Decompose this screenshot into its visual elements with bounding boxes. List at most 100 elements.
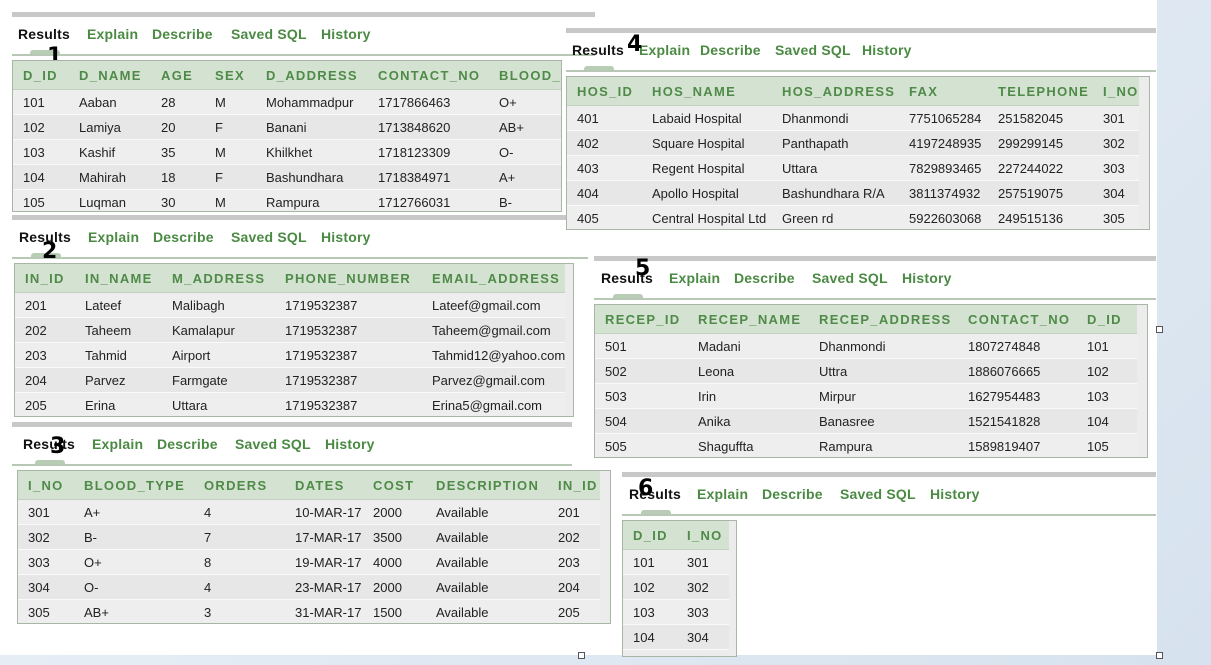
tab-saved-sql[interactable]: Saved SQL (812, 270, 888, 286)
column-header-blood[interactable]: BLOOD_ (489, 61, 561, 90)
column-header-phone_number[interactable]: PHONE_NUMBER (275, 264, 422, 293)
table-cell: 2000 (363, 574, 426, 600)
column-header-in_id[interactable]: IN_ID (15, 264, 75, 293)
table-row[interactable]: 201 Lateef Malibagh 1719532387 Lateef@gmail.… (15, 292, 566, 318)
table-row[interactable]: 501 Madani Dhanmondi 1807274848 101 (595, 333, 1137, 359)
tab-explain[interactable]: Explain (92, 436, 143, 452)
table-row[interactable]: 204 Parvez Farmgate 1719532387 Parvez@gmail.… (15, 367, 566, 393)
table-row[interactable]: 101 Aaban 28 M Mohammadpur 1717866463 O+ (13, 89, 561, 115)
tab-saved-sql[interactable]: Saved SQL (840, 486, 916, 502)
tab-results[interactable]: Results (572, 42, 624, 58)
tab-history[interactable]: History (930, 486, 980, 502)
table-row[interactable]: 403 Regent Hospital Uttara 7829893465 227244… (567, 155, 1139, 181)
column-header-orders[interactable]: ORDERS (194, 471, 285, 500)
table-row[interactable]: 102 Lamiya 20 F Banani 1713848620 AB+ (13, 114, 561, 140)
table-row[interactable]: 402 Square Hospital Panthapath 4197248935 29… (567, 130, 1139, 156)
column-header-cost[interactable]: COST (363, 471, 426, 500)
tab-describe[interactable]: Describe (762, 486, 823, 502)
table-row[interactable]: 205 Erina Uttara 1719532387 Erina5@gmail.com (15, 392, 566, 416)
table-cell: Banasree (809, 408, 958, 434)
tab-results[interactable]: Results (629, 486, 681, 502)
resize-handle-bottom[interactable] (578, 652, 585, 659)
table-row[interactable]: 103 303 (623, 599, 729, 625)
column-header-contact_no[interactable]: CONTACT_NO (368, 61, 489, 90)
table-row[interactable]: 401 Labaid Hospital Dhanmondi 7751065284 251… (567, 105, 1139, 131)
table-row[interactable]: 405 Central Hospital Ltd Green rd 592260306… (567, 205, 1139, 229)
column-header-d_id[interactable]: D_ID (1077, 305, 1137, 334)
column-header-d_id[interactable]: D_ID (623, 521, 677, 550)
column-header-m_address[interactable]: M_ADDRESS (162, 264, 275, 293)
column-header-in_name[interactable]: IN_NAME (75, 264, 162, 293)
table-row[interactable]: 202 Taheem Kamalapur 1719532387 Taheem@gmail… (15, 317, 566, 343)
column-header-description[interactable]: DESCRIPTION (426, 471, 548, 500)
table-row[interactable]: 301 A+ 4 10-MAR-17 2000 Available 201 (18, 499, 600, 525)
tab-describe[interactable]: Describe (700, 42, 761, 58)
table-row[interactable]: 504 Anika Banasree 1521541828 104 (595, 408, 1137, 434)
column-header-hos_name[interactable]: HOS_NAME (642, 77, 772, 106)
tab-history[interactable]: History (902, 270, 952, 286)
table-cell: 1807274848 (958, 333, 1077, 359)
tab-saved-sql[interactable]: Saved SQL (775, 42, 851, 58)
tab-explain[interactable]: Explain (87, 26, 138, 42)
column-header-d_address[interactable]: D_ADDRESS (256, 61, 368, 90)
tab-saved-sql[interactable]: Saved SQL (235, 436, 311, 452)
column-header-age[interactable]: AGE (151, 61, 205, 90)
table-row[interactable]: 103 Kashif 35 M Khilkhet 1718123309 O- (13, 139, 561, 165)
column-header-dates[interactable]: DATES (285, 471, 363, 500)
table-row[interactable]: 505 Shaguffta Rampura 1589819407 105 (595, 433, 1137, 457)
table-cell: 101 (13, 89, 69, 115)
tab-describe[interactable]: Describe (157, 436, 218, 452)
column-header-telephone[interactable]: TELEPHONE (988, 77, 1093, 106)
table-row[interactable]: 101 301 (623, 549, 729, 575)
table-row[interactable]: 303 O+ 8 19-MAR-17 4000 Available 203 (18, 549, 600, 575)
column-header-sex[interactable]: SEX (205, 61, 256, 90)
column-header-d_name[interactable]: D_NAME (69, 61, 151, 90)
tab-describe[interactable]: Describe (153, 229, 214, 245)
table-cell: M (205, 189, 256, 211)
table-row[interactable]: 503 Irin Mirpur 1627954483 103 (595, 383, 1137, 409)
tab-saved-sql[interactable]: Saved SQL (231, 229, 307, 245)
table-row[interactable]: 203 Tahmid Airport 1719532387 Tahmid12@yahoo… (15, 342, 566, 368)
tab-saved-sql[interactable]: Saved SQL (231, 26, 307, 42)
column-header-contact_no[interactable]: CONTACT_NO (958, 305, 1077, 334)
column-header-recep_id[interactable]: RECEP_ID (595, 305, 688, 334)
column-header-hos_id[interactable]: HOS_ID (567, 77, 642, 106)
column-header-in_id[interactable]: IN_ID (548, 471, 600, 500)
table-cell: 1718123309 (368, 139, 489, 165)
table-cell: F (205, 164, 256, 190)
column-header-email_address[interactable]: EMAIL_ADDRESS (422, 264, 566, 293)
tab-describe[interactable]: Describe (152, 26, 213, 42)
column-header-recep_address[interactable]: RECEP_ADDRESS (809, 305, 958, 334)
table-cell: 302 (1093, 130, 1139, 156)
column-header-i_no[interactable]: I_NO (18, 471, 74, 500)
tab-describe[interactable]: Describe (734, 270, 795, 286)
tab-history[interactable]: History (321, 229, 371, 245)
table-row[interactable]: 302 B- 7 17-MAR-17 3500 Available 202 (18, 524, 600, 550)
resize-handle-right[interactable] (1156, 326, 1163, 333)
tab-history[interactable]: History (862, 42, 912, 58)
column-header-i_no[interactable]: I_NO (1093, 77, 1139, 106)
table-row[interactable]: 105 Luqman 30 M Rampura 1712766031 B- (13, 189, 561, 211)
table-row[interactable]: 104 304 (623, 624, 729, 650)
tab-explain[interactable]: Explain (669, 270, 720, 286)
tab-explain[interactable]: Explain (639, 42, 690, 58)
column-header-i_no[interactable]: I_NO (677, 521, 729, 550)
column-header-fax[interactable]: FAX (899, 77, 988, 106)
table-row[interactable]: 102 302 (623, 574, 729, 600)
column-header-hos_address[interactable]: HOS_ADDRESS (772, 77, 899, 106)
table-row[interactable]: 502 Leona Uttra 1886076665 102 (595, 358, 1137, 384)
table-row[interactable]: 304 O- 4 23-MAR-17 2000 Available 204 (18, 574, 600, 600)
column-header-recep_name[interactable]: RECEP_NAME (688, 305, 809, 334)
resize-handle-corner[interactable] (1156, 652, 1163, 659)
tab-results[interactable]: Results (23, 436, 75, 452)
column-header-d_id[interactable]: D_ID (13, 61, 69, 90)
column-header-blood_type[interactable]: BLOOD_TYPE (74, 471, 194, 500)
tab-history[interactable]: History (325, 436, 375, 452)
table-row[interactable]: 104 Mahirah 18 F Bashundhara 1718384971 A+ (13, 164, 561, 190)
table-row[interactable]: 404 Apollo Hospital Bashundhara R/A 3811374… (567, 180, 1139, 206)
tab-explain[interactable]: Explain (697, 486, 748, 502)
tab-explain[interactable]: Explain (88, 229, 139, 245)
tab-results[interactable]: Results (18, 26, 70, 42)
tab-history[interactable]: History (321, 26, 371, 42)
table-row[interactable]: 305 AB+ 3 31-MAR-17 1500 Available 205 (18, 599, 600, 623)
